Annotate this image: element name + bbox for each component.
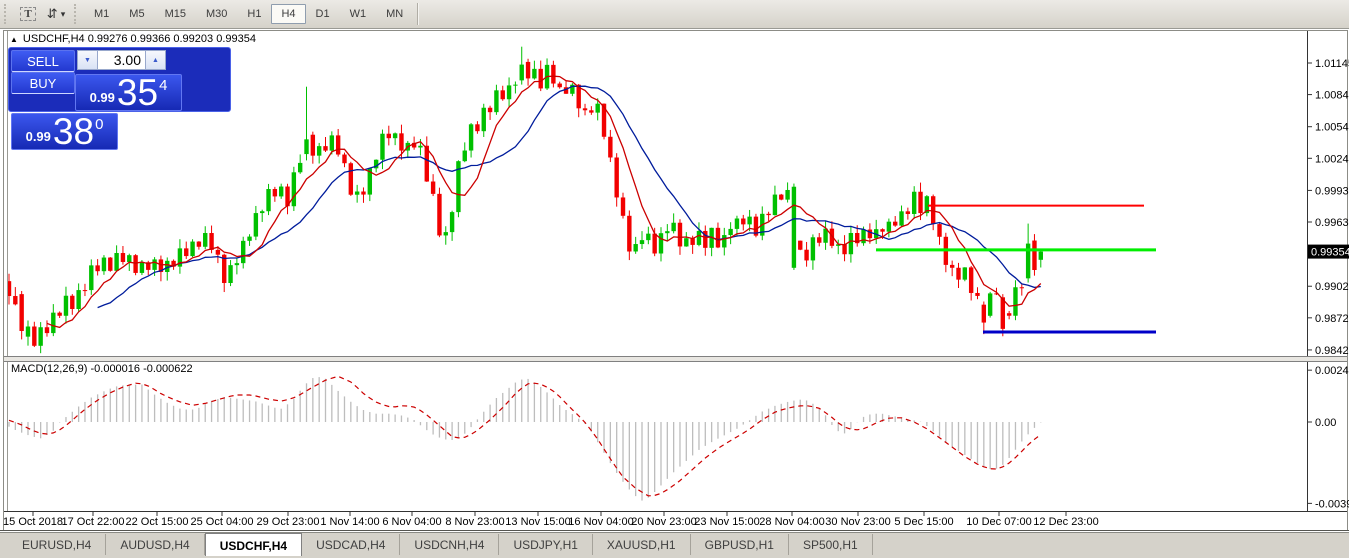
date-axis-label: 8 Nov 23:00: [445, 516, 504, 528]
pane-splitter[interactable]: [4, 357, 1347, 361]
price-axis-tick: 0.98725: [1315, 313, 1349, 325]
one-click-trading-panel: SELL ▼ 3.00 ▲ BUY 0.99 35 4 0.99 38 0: [8, 47, 231, 112]
date-axis-label: 6 Nov 04:00: [382, 516, 441, 528]
tab-SP500-H1[interactable]: SP500,H1: [789, 534, 873, 555]
date-axis-label: 16 Nov 04:00: [568, 516, 633, 528]
macd-axis-tick: -0.003912: [1315, 498, 1349, 510]
tab-USDCHF-H4[interactable]: USDCHF,H4: [205, 533, 302, 556]
ohlc-close: 0.99354: [216, 33, 256, 45]
date-axis-label: 13 Nov 15:00: [505, 516, 570, 528]
date-axis-label: 25 Oct 04:00: [191, 516, 254, 528]
buy-button[interactable]: BUY: [11, 72, 75, 94]
date-axis-label: 12 Dec 23:00: [1033, 516, 1098, 528]
date-axis-label: 1 Nov 14:00: [320, 516, 379, 528]
macd-axis-tick: 0.00: [1315, 417, 1336, 429]
volume-increase-button[interactable]: ▲: [145, 50, 166, 70]
ohlc-high: 0.99366: [131, 33, 171, 45]
date-axis-label: 10 Dec 07:00: [966, 516, 1031, 528]
date-axis-label: 20 Nov 23:00: [631, 516, 696, 528]
tab-XAUUSD-H1[interactable]: XAUUSD,H1: [593, 534, 691, 555]
price-axis-tick: 0.99025: [1315, 281, 1349, 293]
macd-values: -0.000016 -0.000622: [90, 363, 192, 375]
volume-input[interactable]: 3.00: [98, 50, 145, 70]
buy-button-label: BUY: [30, 76, 57, 91]
tab-USDCAD-H4[interactable]: USDCAD,H4: [302, 534, 400, 555]
volume-stepper: ▼ 3.00 ▲: [77, 50, 166, 70]
date-axis-label: 17 Oct 22:00: [62, 516, 125, 528]
price-axis-tick: 1.00540: [1315, 122, 1349, 134]
sell-button-label: SELL: [27, 54, 59, 69]
ohlc-low: 0.99203: [173, 33, 213, 45]
date-axis-label: 29 Oct 23:00: [257, 516, 320, 528]
buy-price-pipette: 0: [95, 116, 103, 133]
collapse-panel-triangle-icon[interactable]: ▲: [10, 35, 18, 44]
sell-price-big-digits: 35: [117, 76, 158, 109]
chart-title: ▲ USDCHF,H4 0.99276 0.99366 0.99203 0.993…: [10, 33, 256, 45]
sell-price-pipette: 4: [159, 77, 167, 94]
tab-USDCNH-H4[interactable]: USDCNH,H4: [400, 534, 499, 555]
date-axis-label: 23 Nov 15:00: [694, 516, 759, 528]
tab-GBPUSD-H1[interactable]: GBPUSD,H1: [691, 534, 789, 555]
tab-EURUSD-H4[interactable]: EURUSD,H4: [8, 534, 106, 555]
ohlc-open: 0.99276: [88, 33, 128, 45]
sell-button[interactable]: SELL: [11, 50, 75, 72]
mt4-terminal-window: T ⇵ ▾ M1M5M15M30H1H4D1W1MN 1.011451.0084…: [0, 0, 1349, 558]
buy-price-button[interactable]: 0.99 38 0: [11, 113, 118, 150]
date-axis-label: 15 Oct 2018: [3, 516, 63, 528]
macd-indicator-label: MACD(12,26,9) -0.000016 -0.000622: [11, 363, 193, 375]
price-axis-tick: 1.01145: [1315, 58, 1349, 70]
buy-price-prefix: 0.99: [26, 129, 51, 144]
volume-decrease-button[interactable]: ▼: [77, 50, 98, 70]
sell-price-button[interactable]: 0.99 35 4: [75, 74, 182, 111]
date-axis-label: 28 Nov 04:00: [759, 516, 824, 528]
date-axis-label: 5 Dec 15:00: [894, 516, 953, 528]
price-axis-tick: 0.99935: [1315, 185, 1349, 197]
chart-tabs-bar: EURUSD,H4AUDUSD,H4USDCHF,H4USDCAD,H4USDC…: [0, 532, 1349, 558]
price-axis-tick: 0.99635: [1315, 217, 1349, 229]
price-axis-tick: 1.00240: [1315, 153, 1349, 165]
date-axis-label: 30 Nov 23:00: [825, 516, 890, 528]
symbol-period-label: USDCHF,H4: [23, 33, 85, 45]
price-axis-tick: 1.00845: [1315, 90, 1349, 102]
buy-price-big-digits: 38: [53, 115, 94, 148]
macd-name: MACD(12,26,9): [11, 363, 87, 375]
macd-axis-tick: 0.002492: [1315, 365, 1349, 377]
sell-price-prefix: 0.99: [90, 90, 115, 105]
tab-USDJPY-H1[interactable]: USDJPY,H1: [499, 534, 592, 555]
date-axis-label: 22 Oct 15:00: [126, 516, 189, 528]
price-axis-tick: 0.98420: [1315, 345, 1349, 357]
tab-AUDUSD-H4[interactable]: AUDUSD,H4: [106, 534, 204, 555]
current-price-value: 0.99354: [1311, 247, 1349, 259]
